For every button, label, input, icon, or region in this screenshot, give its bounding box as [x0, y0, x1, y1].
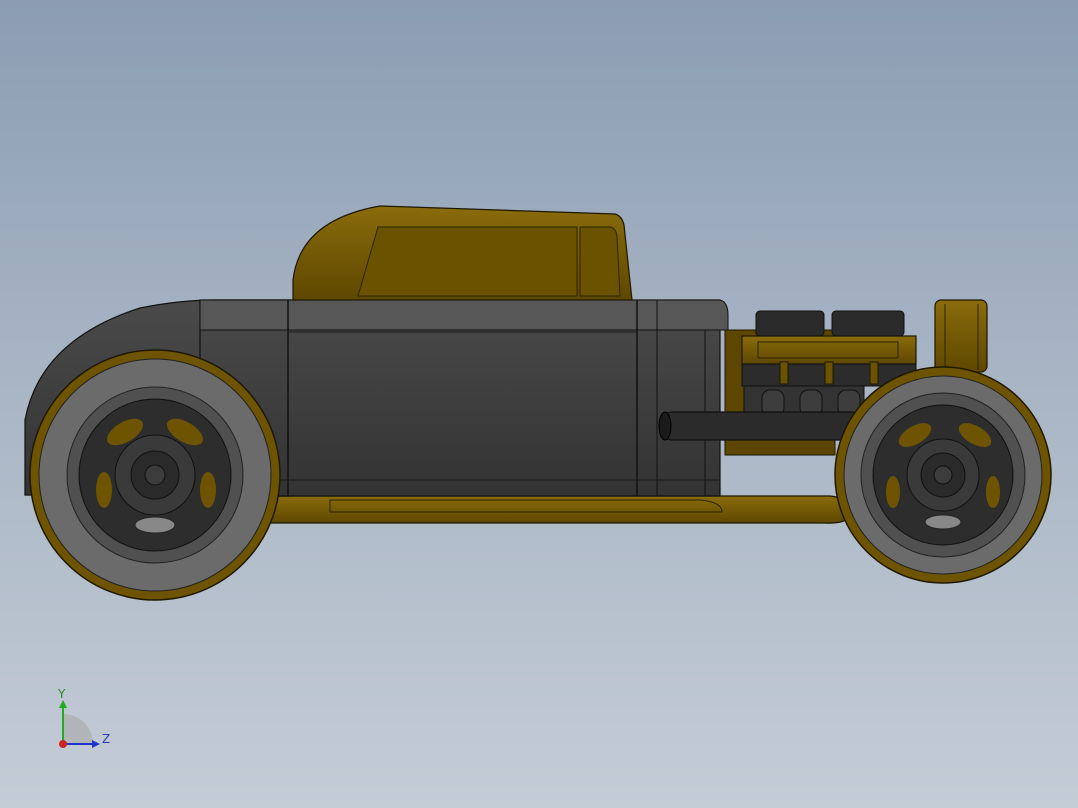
chassis-rail [269, 495, 851, 524]
x-axis-dot [59, 740, 67, 748]
y-axis-arrow [59, 700, 67, 708]
exhaust-pipe [658, 411, 863, 441]
cab-roof [292, 205, 633, 301]
rear-wheel [834, 366, 1052, 584]
view-triad[interactable]: Y Z [48, 684, 128, 754]
graphics-viewport[interactable]: Y Z [0, 0, 1078, 808]
radiator [934, 299, 988, 373]
z-axis-label: Z [102, 732, 111, 746]
front-wheel [29, 349, 281, 601]
hot-rod-model[interactable] [0, 0, 1078, 808]
z-axis-arrow [92, 740, 100, 748]
y-axis-label: Y [58, 687, 66, 701]
